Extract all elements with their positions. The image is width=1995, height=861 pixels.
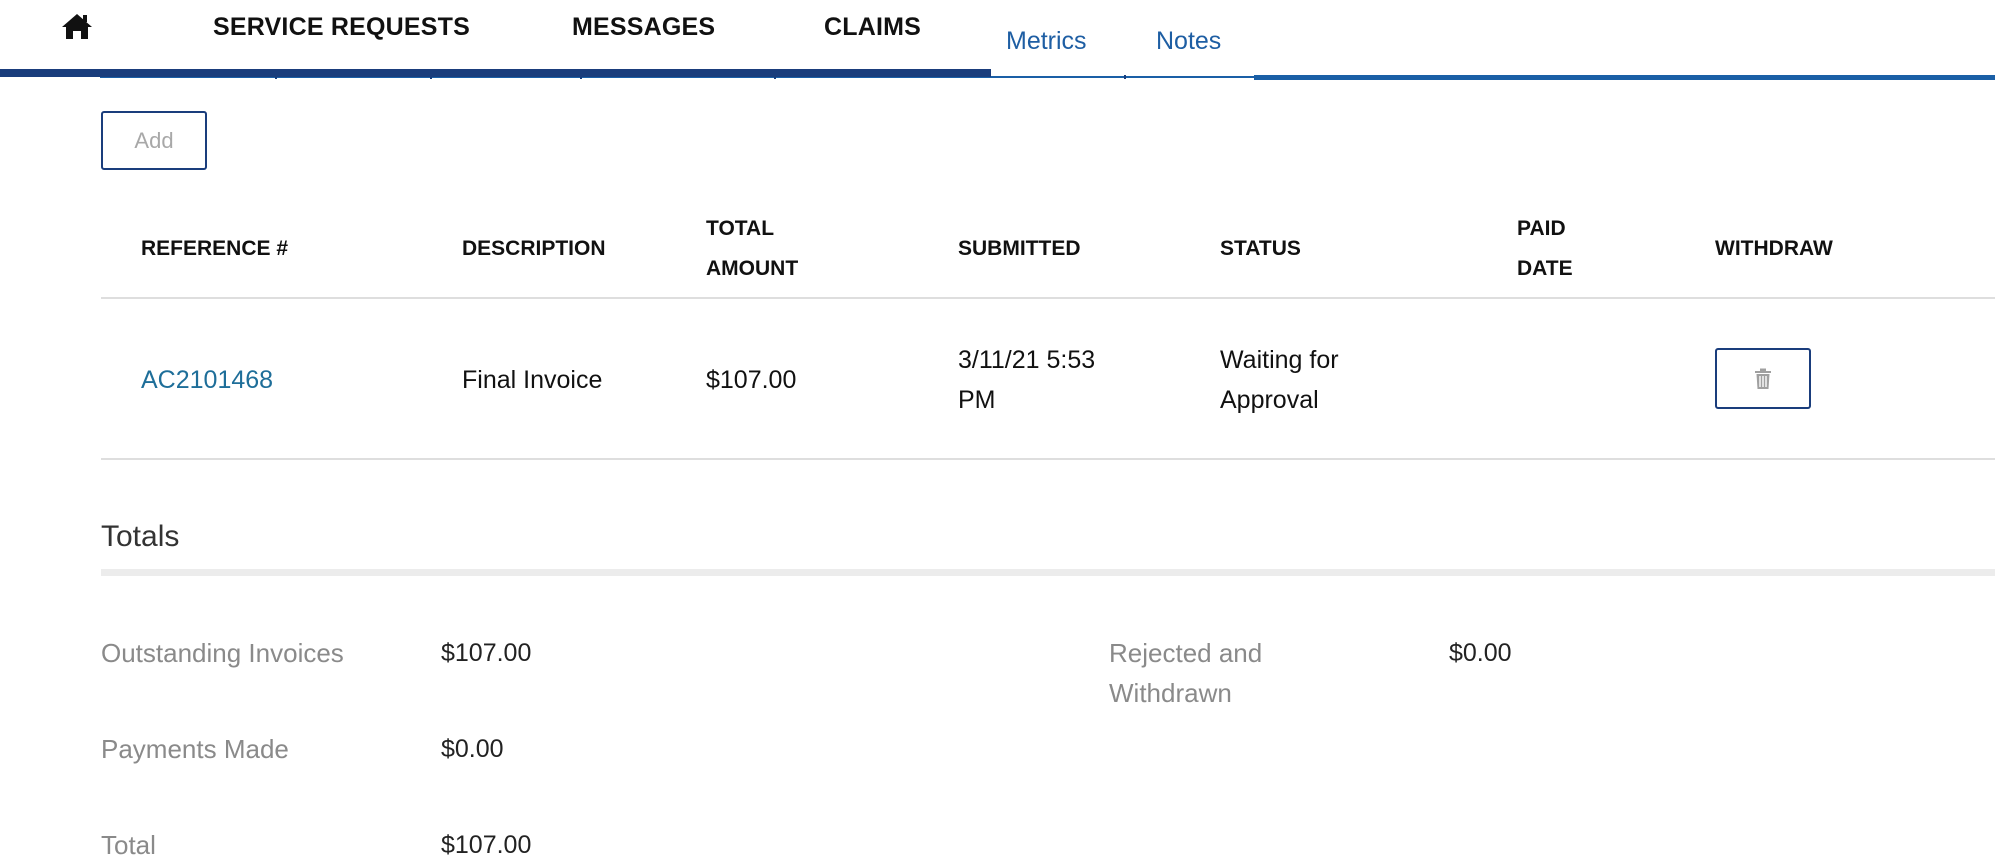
- trash-icon: [1755, 368, 1771, 389]
- col-header-paid-date-line1[interactable]: PAID: [1517, 209, 1566, 249]
- status-cell-line1: Waiting for: [1220, 346, 1339, 374]
- withdraw-button[interactable]: [1715, 348, 1811, 409]
- nav-service-requests[interactable]: SERVICE REQUESTS: [213, 13, 470, 42]
- col-header-withdraw: WITHDRAW: [1715, 237, 1833, 260]
- tab-underline: [991, 76, 1254, 78]
- totals-heading: Totals: [101, 520, 180, 553]
- outstanding-invoices-value: $107.00: [441, 639, 532, 667]
- nav-separator: [275, 75, 277, 79]
- add-button[interactable]: Add: [101, 111, 207, 170]
- submitted-cell-line1: 3/11/21 5:53: [958, 346, 1096, 374]
- payments-made-label: Payments Made: [101, 734, 289, 764]
- home-icon[interactable]: [61, 12, 93, 40]
- table-header-divider: [101, 297, 1995, 299]
- totals-divider: [101, 569, 1995, 576]
- nav-separator: [580, 75, 582, 79]
- col-header-reference[interactable]: REFERENCE #: [141, 229, 288, 269]
- col-header-total-amount-line1[interactable]: TOTAL: [706, 209, 774, 249]
- description-cell: Final Invoice: [462, 366, 603, 394]
- total-value: $107.00: [441, 831, 532, 859]
- col-header-description[interactable]: DESCRIPTION: [462, 229, 606, 269]
- submitted-cell-line2: PM: [958, 386, 996, 414]
- total-amount-cell: $107.00: [706, 366, 797, 394]
- col-header-status[interactable]: STATUS: [1220, 229, 1301, 269]
- rejected-withdrawn-value: $0.00: [1449, 639, 1512, 667]
- payments-made-value: $0.00: [441, 735, 504, 763]
- nav-accent-bar: [1254, 75, 1995, 80]
- outstanding-invoices-label: Outstanding Invoices: [101, 638, 344, 668]
- nav-separator: [774, 75, 776, 79]
- nav-separator: [1124, 75, 1126, 79]
- nav-active-bar: [0, 69, 991, 77]
- rejected-withdrawn-label-line2: Withdrawn: [1109, 678, 1232, 708]
- nav-claims[interactable]: CLAIMS: [824, 13, 921, 42]
- col-header-paid-date-line2[interactable]: DATE: [1517, 249, 1573, 289]
- rejected-withdrawn-label-line1: Rejected and: [1109, 638, 1263, 668]
- status-cell-line2: Approval: [1220, 386, 1319, 414]
- tab-notes[interactable]: Notes: [1156, 27, 1221, 56]
- col-header-submitted[interactable]: SUBMITTED: [958, 229, 1081, 269]
- reference-link[interactable]: AC2101468: [141, 360, 273, 400]
- total-label: Total: [101, 830, 156, 860]
- col-header-total-amount-line2[interactable]: AMOUNT: [706, 249, 798, 289]
- table-row-divider: [101, 458, 1995, 460]
- page: SERVICE REQUESTS MESSAGES CLAIMS Metrics…: [0, 0, 1995, 861]
- nav-messages[interactable]: MESSAGES: [572, 13, 715, 42]
- tab-metrics[interactable]: Metrics: [1006, 27, 1087, 56]
- nav-separator: [430, 75, 432, 79]
